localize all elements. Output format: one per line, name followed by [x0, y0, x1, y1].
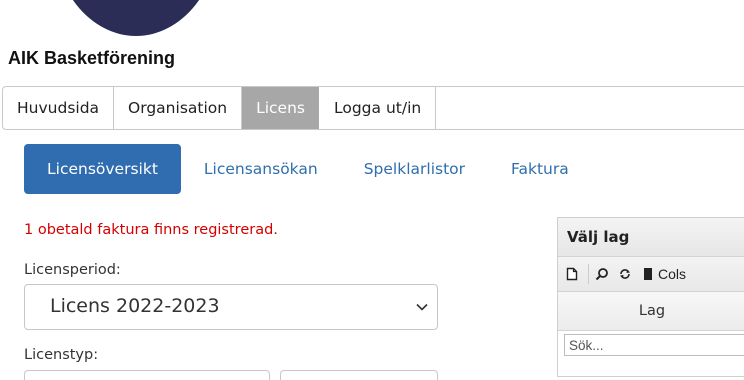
- columns-button-label[interactable]: Cols: [655, 257, 686, 291]
- license-type-select[interactable]: [24, 370, 270, 380]
- license-period-label: Licensperiod:: [24, 262, 121, 278]
- chevron-down-icon: [416, 303, 428, 311]
- license-period-select[interactable]: Licens 2022-2023: [24, 284, 438, 330]
- organization-name: AIK Basketförening: [8, 48, 176, 68]
- license-type-label: Licenstyp:: [24, 347, 99, 363]
- nav-tab-huvudsida[interactable]: Huvudsida: [3, 87, 115, 129]
- search-icon[interactable]: [591, 257, 613, 291]
- license-subnav: Licensöversikt Licensansökan Spelklarlis…: [24, 144, 592, 194]
- columns-icon[interactable]: [641, 257, 655, 291]
- club-logo: [52, 0, 220, 36]
- new-icon[interactable]: [558, 257, 586, 291]
- club-logo-disc: [52, 0, 220, 36]
- unpaid-invoice-alert: 1 obetald faktura finns registrerad.: [24, 222, 278, 238]
- nav-tab-organisation[interactable]: Organisation: [114, 87, 243, 129]
- column-header-lag[interactable]: Lag: [558, 292, 744, 331]
- team-panel-title: Välj lag: [558, 218, 744, 257]
- subnav-licensoversikt[interactable]: Licensöversikt: [24, 144, 181, 194]
- license-period-value: Licens 2022-2023: [50, 295, 220, 317]
- main-navigation: Huvudsida Organisation Licens Logga ut/i…: [2, 86, 744, 130]
- team-search-row: [558, 331, 744, 359]
- subnav-licensansokan[interactable]: Licensansökan: [181, 144, 341, 194]
- nav-filler: [436, 87, 744, 129]
- nav-tab-licens[interactable]: Licens: [242, 87, 320, 129]
- subnav-faktura[interactable]: Faktura: [488, 144, 592, 194]
- nav-tab-logga-ut-in[interactable]: Logga ut/in: [320, 87, 437, 129]
- license-type-select-secondary[interactable]: [280, 370, 438, 380]
- toolbar-separator: [588, 264, 589, 284]
- team-selector-panel: Välj lag Cols Lag: [557, 217, 744, 377]
- subnav-spelklarlistor[interactable]: Spelklarlistor: [341, 144, 488, 194]
- team-panel-toolbar: Cols: [558, 257, 744, 292]
- refresh-icon[interactable]: [613, 257, 637, 291]
- team-search-input[interactable]: [564, 334, 744, 356]
